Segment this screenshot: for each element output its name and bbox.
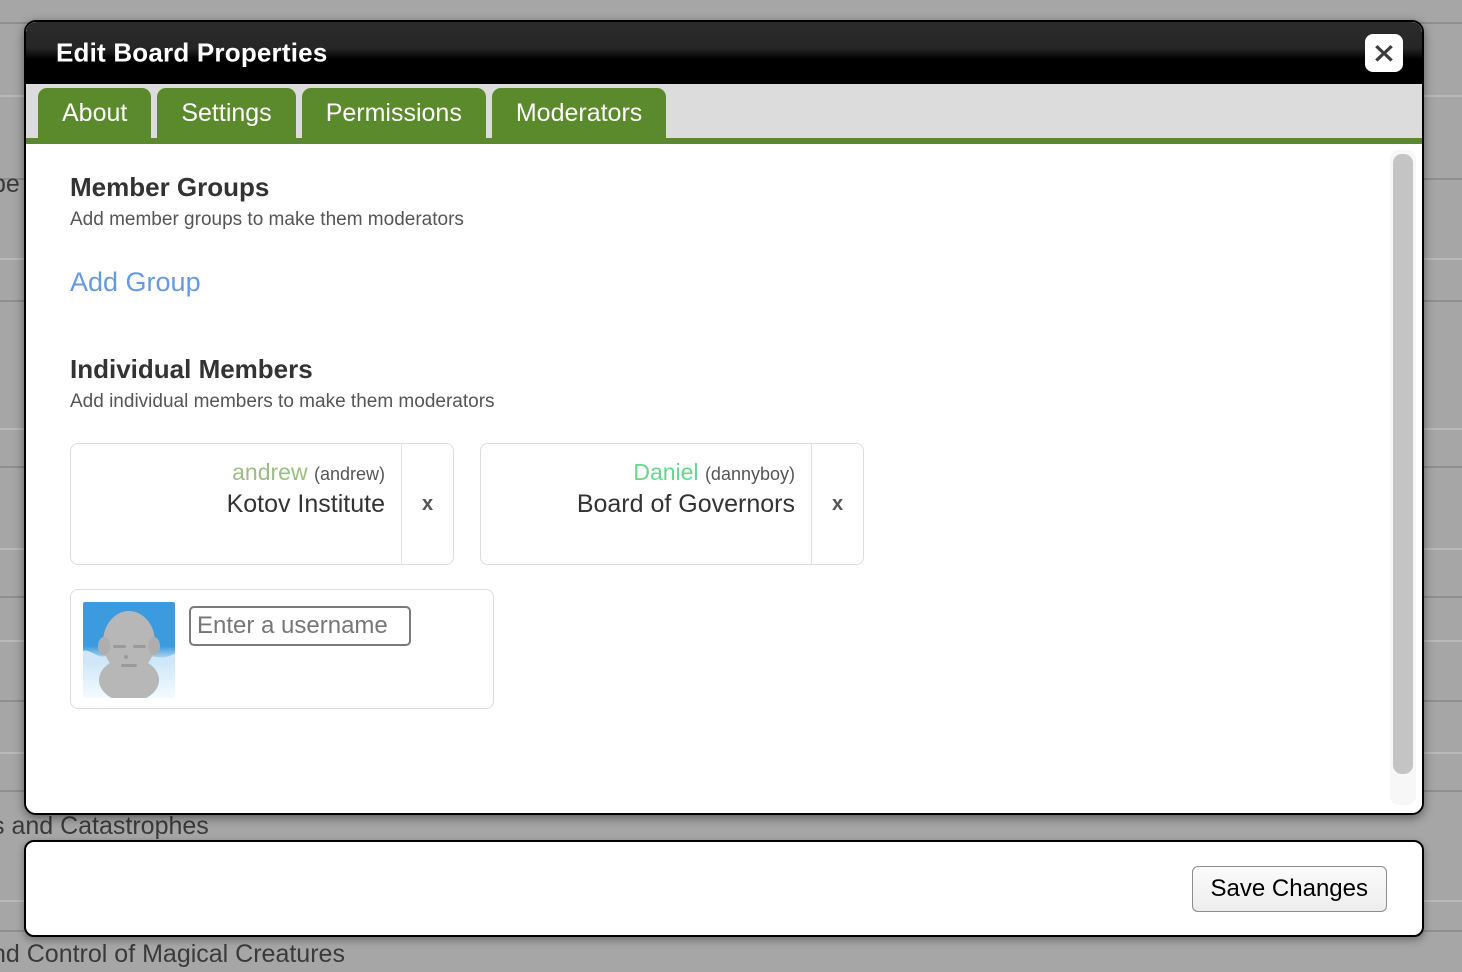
default-user-avatar-icon xyxy=(83,602,175,698)
body-scrollbar-thumb[interactable] xyxy=(1393,154,1413,774)
member-username: andrew xyxy=(232,459,308,485)
individual-members-subtitle: Add individual members to make them mode… xyxy=(70,391,495,412)
member-identity: andrew (andrew) xyxy=(87,458,385,487)
dialog-titlebar: Edit Board Properties xyxy=(26,22,1422,84)
individual-members-title: Individual Members xyxy=(70,354,313,384)
save-changes-button[interactable]: Save Changes xyxy=(1191,865,1387,912)
member-info: Daniel (dannyboy) Board of Governors xyxy=(481,444,811,564)
tab-moderators[interactable]: Moderators xyxy=(491,88,667,138)
tab-permissions[interactable]: Permissions xyxy=(301,88,486,138)
dialog-footer: Save Changes xyxy=(24,840,1424,937)
tab-about[interactable]: About xyxy=(38,88,152,138)
member-handle: (dannyboy) xyxy=(704,464,795,484)
add-group-link[interactable]: Add Group xyxy=(70,267,201,298)
background-text: nd Control of Magical Creatures xyxy=(0,940,345,968)
remove-member-button[interactable]: x xyxy=(811,444,863,564)
member-info: andrew (andrew) Kotov Institute xyxy=(71,444,401,564)
background-text: s and Catastrophes xyxy=(0,812,209,840)
moderators-panel: Member Groups Add member groups to make … xyxy=(26,144,1390,813)
close-glyph xyxy=(1375,45,1393,62)
dialog-body: Member Groups Add member groups to make … xyxy=(26,144,1422,813)
close-icon[interactable] xyxy=(1365,34,1403,72)
member-affiliation: Board of Governors xyxy=(576,489,795,518)
member-groups-title: Member Groups xyxy=(70,172,270,202)
add-member-row xyxy=(70,589,494,709)
avatar-silhouette xyxy=(98,611,160,698)
tab-settings[interactable]: Settings xyxy=(157,88,296,138)
username-input[interactable] xyxy=(189,606,411,646)
member-identity: Daniel (dannyboy) xyxy=(497,458,795,487)
dialog-tabs: About Settings Permissions Moderators xyxy=(26,84,1422,144)
member-affiliation: Kotov Institute xyxy=(226,489,385,518)
member-username: Daniel xyxy=(633,459,699,485)
edit-board-properties-dialog: Edit Board Properties About Settings Per… xyxy=(24,20,1424,815)
body-scrollbar[interactable] xyxy=(1390,150,1416,805)
member-list: andrew (andrew) Kotov Institute x Daniel… xyxy=(70,443,1350,565)
member-card: Daniel (dannyboy) Board of Governors x xyxy=(480,443,864,565)
member-groups-subtitle: Add member groups to make them moderator… xyxy=(70,209,464,230)
background-text: be xyxy=(0,170,20,198)
member-handle: (andrew) xyxy=(313,464,385,484)
member-card: andrew (andrew) Kotov Institute x xyxy=(70,443,454,565)
remove-member-button[interactable]: x xyxy=(401,444,453,564)
dialog-title: Edit Board Properties xyxy=(56,37,328,68)
